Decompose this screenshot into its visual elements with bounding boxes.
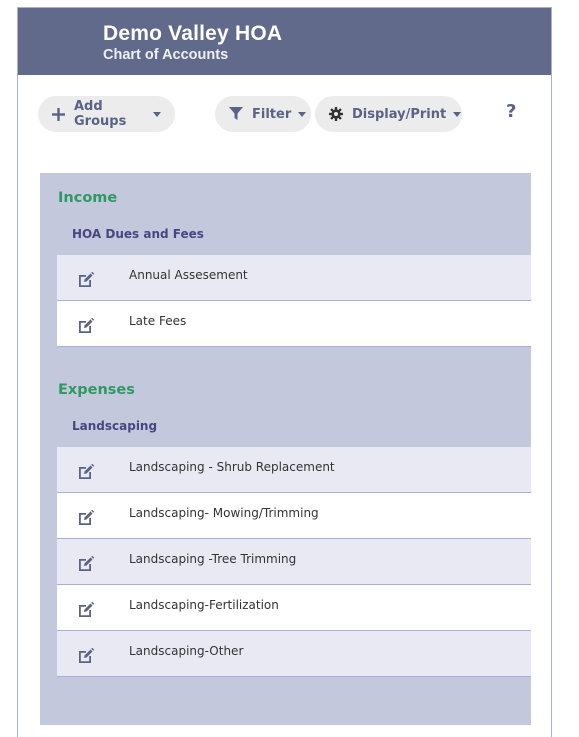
account-row: Late Fees [57, 301, 531, 347]
account-name[interactable]: Landscaping-Fertilization [129, 598, 279, 612]
caret-down-icon [453, 111, 462, 117]
display-print-label: Display/Print [352, 106, 447, 122]
filter-icon [229, 107, 243, 121]
category-section: Income HOA Dues and Fees Annual Assesement… [40, 173, 531, 347]
account-name[interactable]: Late Fees [129, 314, 186, 328]
app-frame: Demo Valley HOA Chart of Accounts Add Gr… [17, 7, 552, 737]
account-list: Annual Assesement Late Fees [57, 255, 531, 347]
group-title: HOA Dues and Fees [72, 227, 204, 241]
edit-icon[interactable] [77, 317, 95, 335]
edit-icon[interactable] [77, 601, 95, 619]
account-row: Landscaping - Shrub Replacement [57, 447, 531, 493]
plus-icon [52, 107, 65, 121]
edit-icon[interactable] [77, 463, 95, 481]
account-name[interactable]: Landscaping -Tree Trimming [129, 552, 296, 566]
account-name[interactable]: Landscaping-Other [129, 644, 243, 658]
account-row: Landscaping-Other [57, 631, 531, 677]
caret-down-icon [153, 111, 161, 117]
caret-down-icon [298, 111, 307, 117]
help-button[interactable]: ? [506, 101, 516, 122]
account-row: Landscaping- Mowing/Trimming [57, 493, 531, 539]
gear-icon [329, 107, 343, 121]
category-title: Expenses [58, 382, 135, 398]
add-groups-button[interactable]: Add Groups [38, 96, 175, 132]
edit-icon[interactable] [77, 647, 95, 665]
display-print-button[interactable]: Display/Print [315, 96, 462, 132]
account-row: Landscaping -Tree Trimming [57, 539, 531, 585]
add-groups-label: Add Groups [74, 99, 127, 129]
edit-icon[interactable] [77, 509, 95, 527]
page-title: Demo Valley HOA [103, 22, 283, 45]
edit-icon[interactable] [77, 271, 95, 289]
filter-label: Filter [252, 106, 292, 122]
page-header: Demo Valley HOA Chart of Accounts [18, 8, 551, 75]
page-subtitle: Chart of Accounts [103, 47, 229, 63]
account-row: Annual Assesement [57, 255, 531, 301]
category-section: Expenses Landscaping Landscaping - Shrub R… [40, 365, 531, 677]
category-title: Income [58, 190, 118, 206]
edit-icon[interactable] [77, 555, 95, 573]
group-title: Landscaping [72, 419, 158, 433]
account-name[interactable]: Landscaping- Mowing/Trimming [129, 506, 319, 520]
account-name[interactable]: Landscaping - Shrub Replacement [129, 460, 335, 474]
account-list: Landscaping - Shrub Replacement Landscapi… [57, 447, 531, 677]
accounts-panel: Income HOA Dues and Fees Annual Assesement… [40, 173, 531, 725]
account-name[interactable]: Annual Assesement [129, 268, 248, 282]
filter-button[interactable]: Filter [215, 96, 311, 132]
account-row: Landscaping-Fertilization [57, 585, 531, 631]
toolbar: Add Groups Filter Display/Print ? [18, 75, 551, 171]
